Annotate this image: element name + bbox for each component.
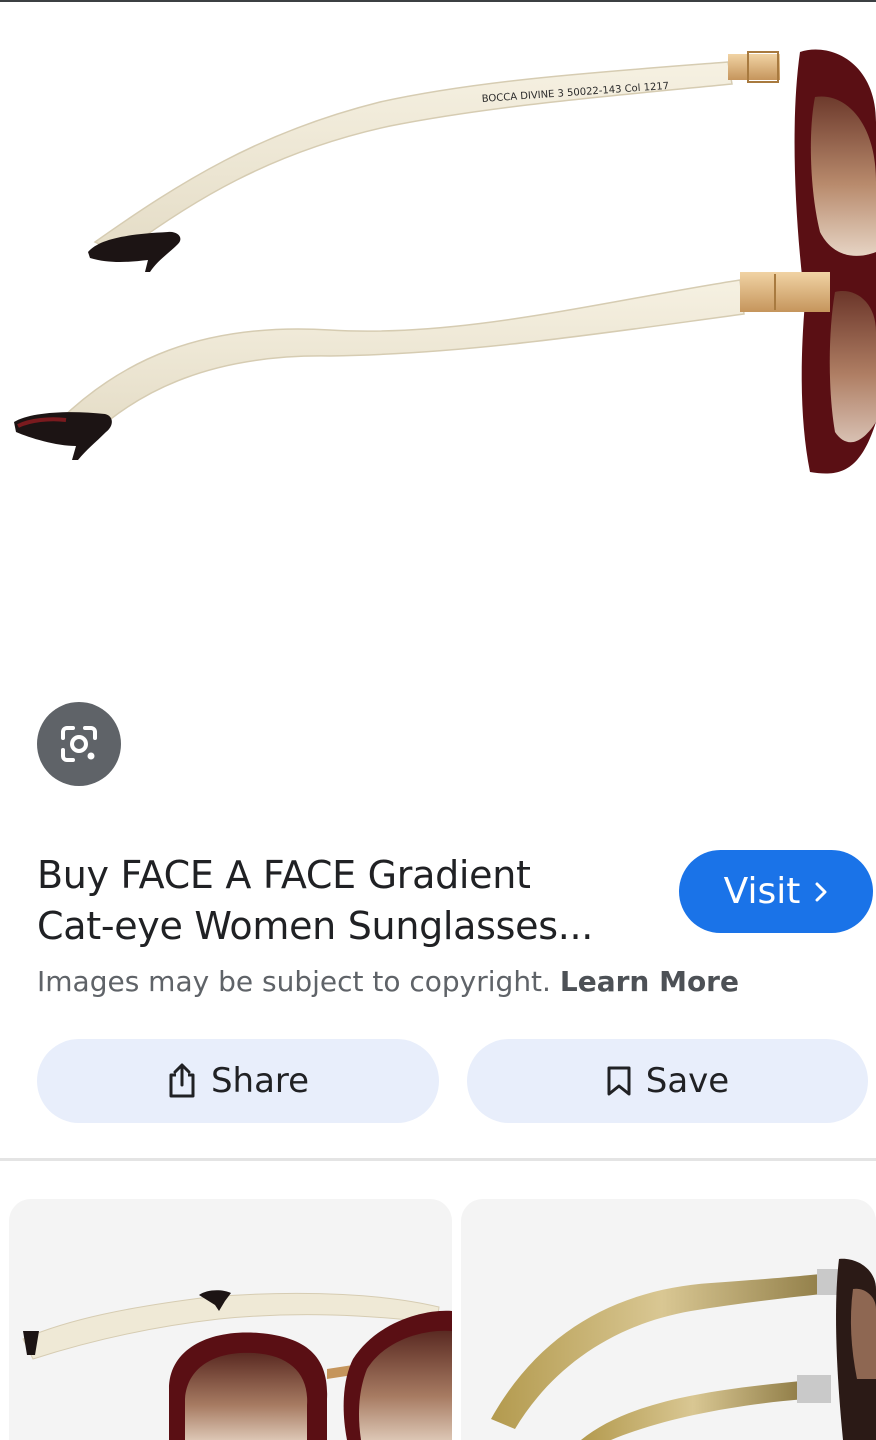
chevron-right-icon bbox=[815, 882, 827, 901]
related-image-thumbnail-2[interactable] bbox=[461, 1199, 876, 1440]
result-title-line-2: Cat-eye Women Sunglasses... bbox=[37, 904, 594, 948]
save-button-label: Save bbox=[645, 1061, 730, 1101]
save-button[interactable]: Save bbox=[467, 1039, 868, 1123]
share-button[interactable]: Share bbox=[37, 1039, 439, 1123]
result-title-line-1: Buy FACE A FACE Gradient bbox=[37, 853, 531, 897]
copyright-text: Images may be subject to copyright. bbox=[37, 965, 551, 998]
share-icon bbox=[169, 1063, 195, 1098]
share-button-label: Share bbox=[210, 1061, 310, 1101]
visit-button[interactable]: Visit bbox=[679, 850, 873, 933]
sunglasses-front-illustration bbox=[22, 1290, 452, 1440]
sunglasses-side-illustration-horn bbox=[491, 1258, 876, 1440]
learn-more-link[interactable]: Learn More bbox=[560, 965, 739, 998]
visit-button-label: Visit bbox=[723, 871, 801, 912]
lens-search-button[interactable] bbox=[37, 702, 121, 786]
section-divider bbox=[0, 1158, 876, 1161]
copyright-notice: Images may be subject to copyright. Lear… bbox=[37, 962, 857, 1002]
bookmark-icon bbox=[607, 1066, 631, 1096]
google-lens-icon bbox=[61, 726, 97, 762]
related-image-thumbnail-1[interactable] bbox=[9, 1199, 452, 1440]
product-image[interactable]: BOCCA DIVINE 3 50022-143 Col 1217 bbox=[0, 2, 876, 682]
result-title[interactable]: Buy FACE A FACE Gradient Cat-eye Women S… bbox=[37, 850, 647, 952]
sunglasses-side-illustration: BOCCA DIVINE 3 50022-143 Col 1217 bbox=[14, 49, 876, 474]
